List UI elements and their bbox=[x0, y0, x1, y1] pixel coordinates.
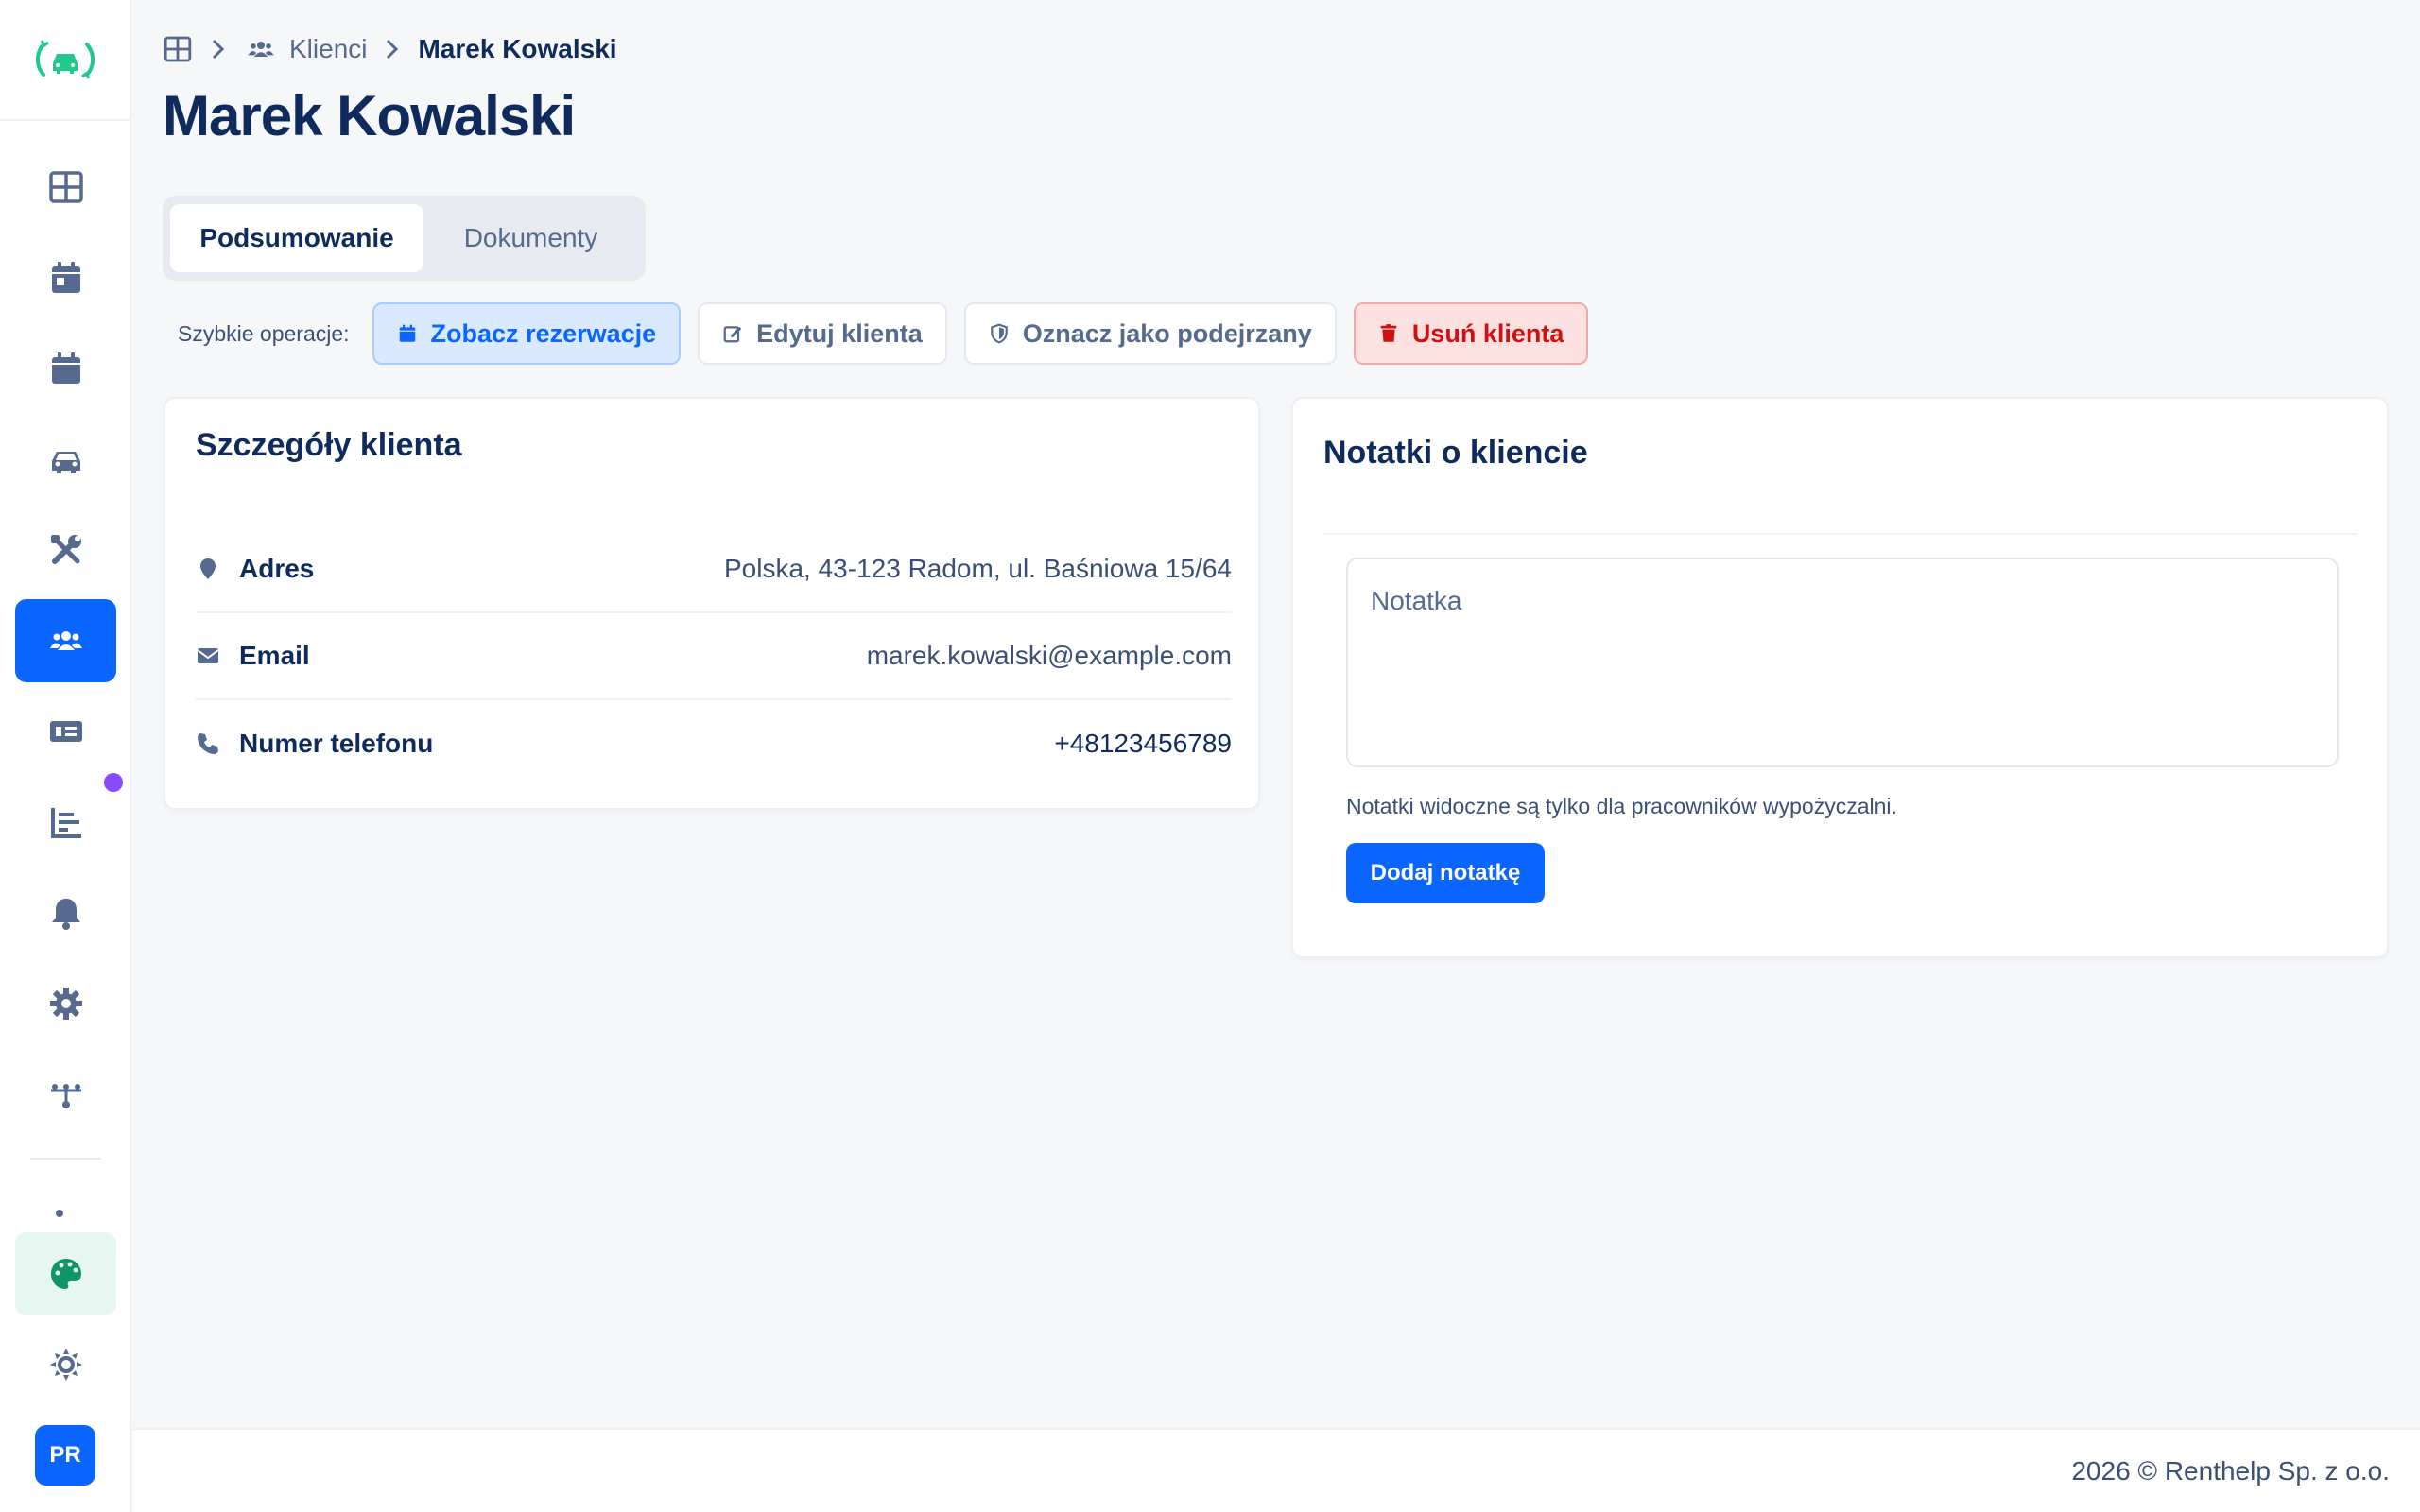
gear-icon bbox=[49, 988, 82, 1020]
email-row: Email marek.kowalski@example.com bbox=[196, 613, 1232, 700]
client-details-card: Szczegóły klienta Adres Polska, 43-123 R… bbox=[164, 397, 1260, 810]
client-details-title: Szczegóły klienta bbox=[196, 427, 462, 463]
add-note-button[interactable]: Dodaj notatkę bbox=[1346, 843, 1545, 903]
note-textarea[interactable] bbox=[1346, 558, 2339, 767]
edit-client-button[interactable]: Edytuj klienta bbox=[698, 302, 947, 365]
view-reservations-label: Zobacz rezerwacje bbox=[430, 318, 657, 348]
nav-calendar[interactable] bbox=[15, 327, 116, 410]
phone-value[interactable]: +48123456789 bbox=[1054, 729, 1232, 759]
nav-dashboard[interactable] bbox=[15, 146, 116, 229]
delete-client-label: Usuń klienta bbox=[1411, 318, 1564, 348]
shield-icon bbox=[990, 323, 1008, 344]
nav-integrations[interactable] bbox=[15, 1053, 116, 1136]
chevron-right-icon bbox=[212, 39, 225, 60]
tab-documents[interactable]: Dokumenty bbox=[424, 204, 638, 272]
notes-divider bbox=[1323, 533, 2357, 535]
footer-copyright: 2026 © Renthelp Sp. z o.o. bbox=[2071, 1455, 2390, 1486]
map-marker-icon bbox=[200, 558, 216, 579]
chevron-right-icon bbox=[387, 39, 399, 60]
network-icon bbox=[50, 1084, 81, 1108]
breadcrumb-current: Marek Kowalski bbox=[418, 34, 617, 63]
quick-operations: Szybkie operacje: Zobacz rezerwacje Edyt… bbox=[178, 302, 1589, 365]
tools-icon bbox=[50, 535, 81, 564]
nav-theme-mode[interactable] bbox=[15, 1323, 116, 1406]
dashboard-icon[interactable] bbox=[163, 34, 193, 64]
footer: 2026 © Renthelp Sp. z o.o. bbox=[133, 1428, 2420, 1512]
email-value[interactable]: marek.kowalski@example.com bbox=[867, 641, 1232, 671]
calendar-icon bbox=[399, 324, 415, 342]
calendar-icon bbox=[51, 352, 80, 384]
breadcrumb-clients[interactable]: Klienci bbox=[244, 34, 367, 64]
palette-icon bbox=[50, 1259, 81, 1289]
sidebar: PR bbox=[0, 0, 131, 1512]
sidebar-divider bbox=[30, 1158, 101, 1160]
sidebar-scroll-indicator bbox=[56, 1210, 63, 1217]
money-bill-icon bbox=[49, 721, 82, 742]
nav-theme[interactable] bbox=[15, 1232, 116, 1315]
nav-service[interactable] bbox=[15, 508, 116, 592]
email-label: Email bbox=[239, 641, 310, 670]
nav-settings[interactable] bbox=[15, 962, 116, 1045]
address-value: Polska, 43-123 Radom, ul. Baśniowa 15/64 bbox=[724, 554, 1232, 583]
tabs: Podsumowanie Dokumenty bbox=[163, 196, 646, 281]
tab-summary[interactable]: Podsumowanie bbox=[170, 204, 424, 272]
phone-label: Numer telefonu bbox=[239, 729, 434, 758]
mark-suspicious-button[interactable]: Oznacz jako podejrzany bbox=[963, 302, 1337, 365]
breadcrumb-clients-label: Klienci bbox=[289, 34, 368, 63]
delete-client-button[interactable]: Usuń klienta bbox=[1353, 302, 1589, 365]
nav-payments[interactable] bbox=[15, 690, 116, 773]
dashboard-icon bbox=[48, 171, 83, 203]
client-notes-card: Notatki o kliencie Notatki widoczne są t… bbox=[1291, 397, 2389, 958]
notes-help-text: Notatki widoczne są tylko dla pracownikó… bbox=[1346, 794, 1897, 818]
sun-icon bbox=[49, 1349, 82, 1381]
users-icon bbox=[248, 42, 274, 57]
phone-row: Numer telefonu +48123456789 bbox=[196, 700, 1232, 787]
nav-clients[interactable] bbox=[15, 599, 116, 682]
car-icon bbox=[51, 452, 80, 473]
edit-icon bbox=[723, 326, 742, 343]
nav-calendar-day[interactable] bbox=[15, 236, 116, 319]
envelope-icon bbox=[197, 648, 219, 663]
page-title: Marek Kowalski bbox=[163, 84, 576, 147]
client-notes-title: Notatki o kliencie bbox=[1323, 435, 1588, 471]
app-logo[interactable] bbox=[0, 0, 130, 121]
view-reservations-button[interactable]: Zobacz rezerwacje bbox=[372, 302, 682, 365]
logo-car-icon bbox=[35, 40, 95, 79]
mark-suspicious-label: Oznacz jako podejrzany bbox=[1022, 318, 1312, 348]
calendar-day-icon bbox=[51, 262, 80, 293]
user-avatar[interactable]: PR bbox=[35, 1425, 95, 1486]
edit-client-label: Edytuj klienta bbox=[756, 318, 923, 348]
address-row: Adres Polska, 43-123 Radom, ul. Baśniowa… bbox=[196, 526, 1232, 613]
chart-bar-icon bbox=[50, 808, 81, 838]
users-icon bbox=[49, 631, 82, 650]
bell-icon bbox=[51, 899, 80, 930]
trash-icon bbox=[1380, 324, 1397, 342]
nav-cars[interactable] bbox=[15, 418, 116, 501]
phone-icon bbox=[198, 733, 218, 754]
address-label: Adres bbox=[239, 554, 315, 583]
quick-operations-label: Szybkie operacje: bbox=[178, 320, 350, 346]
nav-reports[interactable] bbox=[15, 781, 116, 864]
breadcrumb: Klienci Marek Kowalski bbox=[163, 32, 617, 66]
nav-notifications[interactable] bbox=[15, 871, 116, 954]
